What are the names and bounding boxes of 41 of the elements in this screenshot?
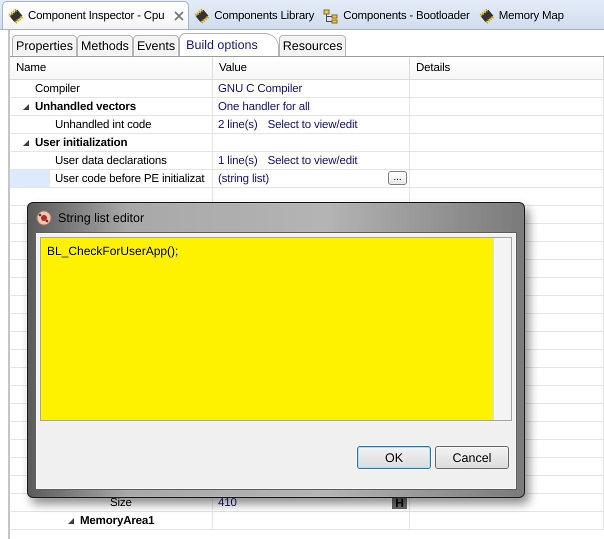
close-icon[interactable] xyxy=(174,11,184,21)
property-name: User initialization xyxy=(35,136,128,148)
property-name: Unhandled vectors xyxy=(35,100,136,112)
property-tab[interactable]: Resources xyxy=(278,35,346,56)
dialog-title: String list editor xyxy=(58,210,144,224)
browse-button[interactable]: ... xyxy=(388,171,407,185)
property-tab[interactable]: Methods xyxy=(76,35,133,56)
selected-row-cell[interactable]: User code before PE initializat xyxy=(10,170,213,188)
property-tab[interactable]: Properties xyxy=(12,35,77,56)
property-value: (string list) xyxy=(218,172,270,184)
property-name: Unhandled int code xyxy=(55,118,152,130)
expand-icon[interactable] xyxy=(67,516,75,524)
scrollbar[interactable] xyxy=(493,238,511,420)
property-name: User data declarations xyxy=(55,154,167,166)
text-editor[interactable]: BL_CheckForUserApp(); xyxy=(41,238,493,420)
dialog-button[interactable]: Cancel xyxy=(435,446,509,469)
property-name: Size xyxy=(110,496,132,508)
column-header: Name xyxy=(16,62,46,74)
dialog-button[interactable]: OK xyxy=(357,446,431,469)
column-header: Value xyxy=(219,62,247,74)
property-value: 2 line(s) xyxy=(218,118,258,130)
property-tab[interactable]: Build options xyxy=(179,33,279,56)
property-name: User code before PE initializat xyxy=(55,172,204,184)
property-tab[interactable]: Events xyxy=(132,35,180,56)
column-header: Details xyxy=(416,62,450,74)
app-icon xyxy=(36,210,52,226)
expand-icon[interactable] xyxy=(22,102,30,110)
editor-tab[interactable]: Components - Bootloader xyxy=(318,2,474,29)
property-name: MemoryArea1 xyxy=(80,514,154,526)
edit-link[interactable]: Select to view/edit xyxy=(268,118,358,130)
editor-tab[interactable]: Components Library xyxy=(189,2,318,29)
expand-icon[interactable] xyxy=(22,138,30,146)
editor-tab[interactable]: Memory Map xyxy=(474,2,568,29)
tree-icon xyxy=(323,8,340,24)
edit-link[interactable]: Select to view/edit xyxy=(268,154,358,166)
editor-tab[interactable]: Component Inspector - Cpu xyxy=(2,1,190,29)
property-value: GNU C Compiler xyxy=(218,82,302,94)
property-value: One handler for all xyxy=(218,100,310,112)
property-value: 1 line(s) xyxy=(218,154,258,166)
property-name: Compiler xyxy=(35,82,80,94)
property-value: 410 xyxy=(218,496,237,508)
